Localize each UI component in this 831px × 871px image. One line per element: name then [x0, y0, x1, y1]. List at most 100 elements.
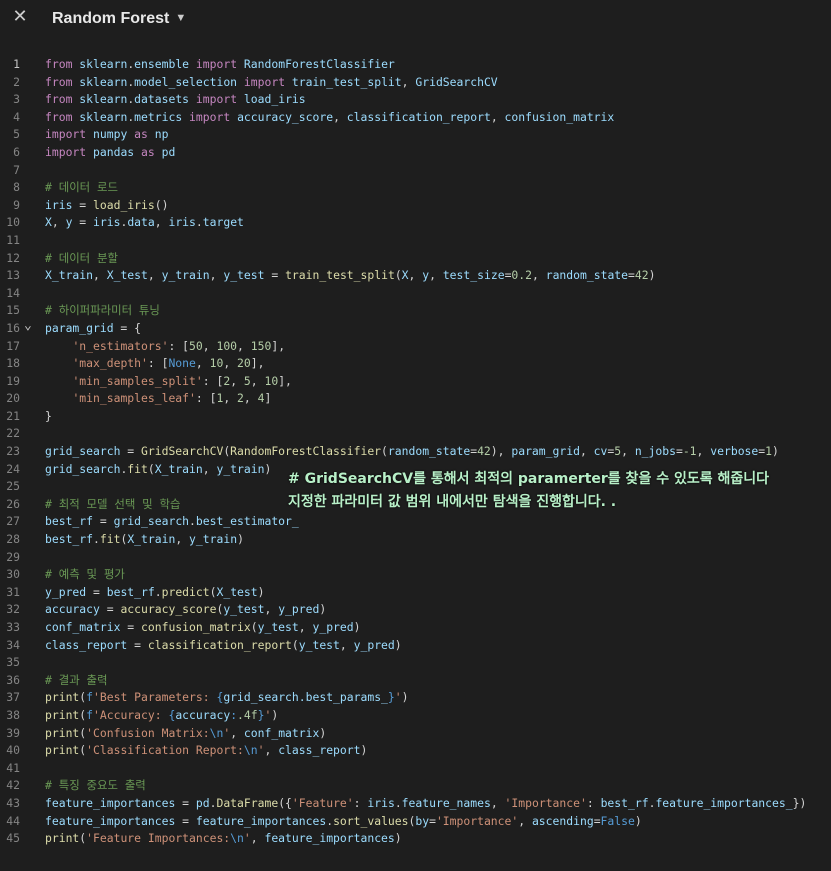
line-number: 33 [6, 620, 20, 634]
code-line[interactable]: 41 [0, 760, 831, 778]
code-line[interactable]: 22 [0, 425, 831, 443]
line-number: 17 [6, 338, 20, 353]
code-line[interactable]: 11 [0, 232, 831, 250]
line-number: 7 [13, 162, 20, 177]
code-line[interactable]: 33 conf_matrix = confusion_matrix(y_test,… [0, 619, 831, 637]
code-line[interactable]: 15 # 하이퍼파라미터 튜닝 [0, 302, 831, 320]
code-line[interactable]: 20 'min_samples_leaf': [1, 2, 4] [0, 390, 831, 408]
code-line[interactable]: 31 y_pred = best_rf.predict(X_test) [0, 584, 831, 602]
fold-chevron-icon[interactable]: ⌄ [24, 317, 36, 335]
code-text: print('Classification Report:\n', class_… [45, 743, 368, 758]
code-line[interactable]: 34 class_report = classification_report(y… [0, 637, 831, 655]
code-line[interactable]: 40 print('Classification Report:\n', clas… [0, 742, 831, 760]
line-number: 2 [13, 74, 20, 89]
annotation-line-1: # GridSearchCV를 통해서 최적의 paramerter를 찾을 수… [288, 471, 769, 487]
line-number: 34 [6, 637, 20, 652]
code-line[interactable]: 23 grid_search = GridSearchCV(RandomFores… [0, 443, 831, 461]
line-number: 25 [6, 479, 20, 494]
code-line[interactable]: 37 print(f'Best Parameters: {grid_search.… [0, 689, 831, 707]
line-number: 23 [6, 444, 20, 459]
code-line[interactable]: 27 best_rf = grid_search.best_estimator_ [0, 513, 831, 531]
code-line[interactable]: 36 # 결과 출력 [0, 672, 831, 690]
code-text: # 데이터 분할 [45, 250, 118, 265]
code-line[interactable]: 43 feature_importances = pd.DataFrame({'F… [0, 795, 831, 813]
code-text: 'min_samples_split': [2, 5, 10], [72, 373, 292, 388]
code-text: feature_importances = pd.DataFrame({'Fea… [45, 795, 807, 810]
code-line[interactable]: 45 print('Feature Importances:\n', featur… [0, 830, 831, 848]
code-text: # 최적 모델 선택 및 학습 [45, 496, 181, 511]
line-number: 27 [6, 514, 20, 529]
code-text: print('Confusion Matrix:\n', conf_matrix… [45, 725, 327, 740]
code-text: y_pred = best_rf.predict(X_test) [45, 584, 265, 599]
line-number: 29 [6, 549, 20, 564]
code-line[interactable]: 16 ⌄ param_grid = { [0, 317, 831, 338]
code-text: # 특징 중요도 출력 [45, 778, 146, 793]
code-line[interactable]: 19 'min_samples_split': [2, 5, 10], [0, 373, 831, 391]
code-line[interactable]: 28 best_rf.fit(X_train, y_train) [0, 531, 831, 549]
code-line[interactable]: 30 # 예측 및 평가 [0, 566, 831, 584]
code-text: param_grid = { [45, 320, 142, 335]
line-number: 4 [13, 109, 20, 124]
code-line[interactable]: 7 [0, 162, 831, 180]
line-number: 43 [6, 795, 20, 810]
code-line[interactable]: 35 [0, 654, 831, 672]
code-line[interactable]: 13 X_train, X_test, y_train, y_test = tra… [0, 267, 831, 285]
code-line[interactable]: 12 # 데이터 분할 [0, 250, 831, 268]
code-line[interactable]: 29 [0, 549, 831, 567]
code-text: # 데이터 로드 [45, 180, 118, 195]
line-number: 6 [13, 144, 20, 159]
code-text: accuracy = accuracy_score(y_test, y_pred… [45, 602, 327, 617]
code-line[interactable]: 6 import pandas as pd [0, 144, 831, 162]
code-line[interactable]: 8 # 데이터 로드 [0, 179, 831, 197]
line-number: 26 [6, 496, 20, 511]
line-number: 16 [6, 320, 20, 335]
code-line[interactable]: 2 from sklearn.model_selection import tra… [0, 74, 831, 92]
code-text: import numpy as np [45, 127, 169, 142]
code-line[interactable]: 18 'max_depth': [None, 10, 20], [0, 355, 831, 373]
code-text: print(f'Best Parameters: {grid_search.be… [45, 690, 409, 705]
document-title: Random Forest [52, 10, 170, 27]
code-line[interactable]: 32 accuracy = accuracy_score(y_test, y_pr… [0, 601, 831, 619]
annotation-line-2: 지정한 파라미터 값 범위 내에서만 탐색을 진행합니다. . [288, 494, 617, 510]
code-text: conf_matrix = confusion_matrix(y_test, y… [45, 620, 361, 634]
code-line[interactable]: 5 import numpy as np [0, 126, 831, 144]
code-line[interactable]: 3 from sklearn.datasets import load_iris [0, 91, 831, 109]
line-number: 9 [13, 197, 20, 212]
line-number: 37 [6, 690, 20, 705]
code-text: 'max_depth': [None, 10, 20], [72, 356, 265, 371]
line-number: 13 [6, 268, 20, 283]
line-number: 30 [6, 567, 20, 582]
code-line[interactable]: 44 feature_importances = feature_importan… [0, 813, 831, 831]
line-number: 32 [6, 602, 20, 617]
code-line[interactable]: 21} [0, 408, 831, 426]
code-line[interactable]: 42 # 특징 중요도 출력 [0, 777, 831, 795]
code-text: X, y = iris.data, iris.target [45, 215, 244, 230]
code-text: # 결과 출력 [45, 672, 108, 687]
code-line[interactable]: 9 iris = load_iris() [0, 197, 831, 215]
code-line[interactable]: 10 X, y = iris.data, iris.target [0, 214, 831, 232]
code-text: iris = load_iris() [45, 197, 169, 212]
code-text: import pandas as pd [45, 144, 176, 159]
code-text: # 예측 및 평가 [45, 567, 125, 582]
code-line[interactable]: 39 print('Confusion Matrix:\n', conf_matr… [0, 725, 831, 743]
line-number: 21 [6, 408, 20, 423]
line-number: 24 [6, 461, 20, 476]
code-text: from sklearn.metrics import accuracy_sco… [45, 109, 615, 124]
code-editor[interactable]: 1 from sklearn.ensemble import RandomFore… [0, 56, 831, 848]
annotation-overlay: # GridSearchCV를 통해서 최적의 paramerter를 찾을 수… [288, 468, 769, 514]
code-text: X_train, X_test, y_train, y_test = train… [45, 268, 656, 283]
code-line[interactable]: 14 [0, 285, 831, 303]
code-text: grid_search = GridSearchCV(RandomForestC… [45, 444, 779, 459]
line-number: 15 [6, 303, 20, 318]
close-icon[interactable]: ✕ [10, 7, 30, 27]
document-title-dropdown[interactable]: Random Forest ▼ [52, 8, 186, 29]
line-number: 3 [13, 92, 20, 107]
code-line[interactable]: 1 from sklearn.ensemble import RandomFore… [0, 56, 831, 74]
code-text: feature_importances = feature_importance… [45, 813, 642, 828]
code-line[interactable]: 4 from sklearn.metrics import accuracy_sc… [0, 109, 831, 127]
code-line[interactable]: 17 'n_estimators': [50, 100, 150], [0, 338, 831, 356]
code-text: print('Feature Importances:\n', feature_… [45, 831, 402, 846]
code-line[interactable]: 38 print(f'Accuracy: {accuracy:.4f}') [0, 707, 831, 725]
code-text: class_report = classification_report(y_t… [45, 637, 402, 652]
code-text: from sklearn.datasets import load_iris [45, 92, 306, 107]
